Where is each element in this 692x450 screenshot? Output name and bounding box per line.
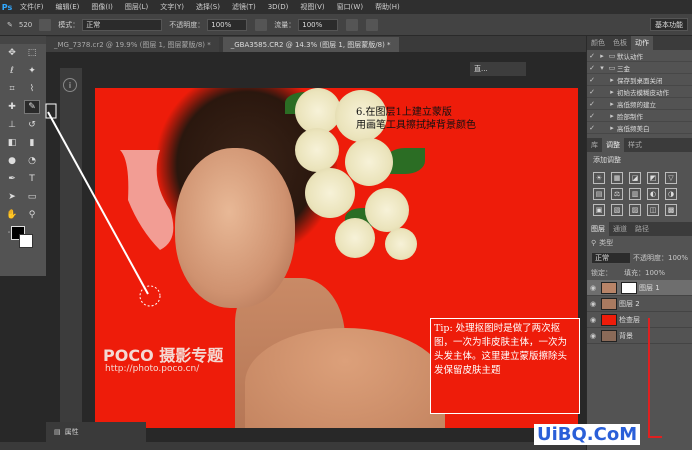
lock-label: 锁定：	[591, 269, 612, 277]
layer-name: 检查层	[619, 315, 640, 324]
action-item[interactable]: ✓ ▾ ▭ 三金	[587, 62, 692, 74]
eye-icon[interactable]: ◉	[587, 284, 599, 292]
vibrance-icon[interactable]: ▽	[665, 172, 677, 184]
layer-row[interactable]: ◉ 背景	[587, 328, 692, 344]
layer-opacity-label: 不透明度：	[632, 254, 668, 262]
properties-label: 属性	[64, 428, 79, 436]
status-bar	[0, 442, 586, 450]
threshold-icon[interactable]: ▨	[629, 204, 641, 216]
highlight-line	[648, 436, 662, 438]
action-item[interactable]: ✓ ▸ ▭ 默认动作	[587, 50, 692, 62]
tab-channels[interactable]: 通道	[609, 224, 631, 234]
tab-actions[interactable]: 动作	[631, 36, 653, 50]
tab-color[interactable]: 颜色	[587, 38, 609, 48]
eye-icon[interactable]: ◉	[587, 316, 599, 324]
action-item[interactable]: ✓ ▸ 高低频美白	[587, 122, 692, 134]
tab-styles[interactable]: 样式	[624, 140, 646, 150]
action-item[interactable]: ✓ ▸ 保存到桌面关闭	[587, 74, 692, 86]
exposure-icon[interactable]: ◩	[647, 172, 659, 184]
action-item[interactable]: ✓ ▸ 脸部制作	[587, 110, 692, 122]
properties-icon: ▤	[54, 428, 61, 436]
layer-opacity-value[interactable]: 100%	[668, 254, 688, 262]
tab-library[interactable]: 库	[587, 140, 602, 150]
layer-name: 图层 1	[639, 283, 660, 292]
layer-name: 背景	[619, 331, 633, 340]
channel-mixer-icon[interactable]: ◑	[665, 188, 677, 200]
layer-row[interactable]: ◉ 检查层	[587, 312, 692, 328]
gradient-map-icon[interactable]: ◫	[647, 204, 659, 216]
layer-kind-filter[interactable]: 类型	[599, 238, 613, 248]
photo-filter-icon[interactable]: ◐	[647, 188, 659, 200]
tip-box: Tip: 处理抠图时是做了两次抠图，一次为非皮肤主体，一次为头发主体。这里建立蒙…	[430, 318, 580, 414]
step-note: 6.在图层1上建立蒙版 用画笔工具擦拭掉背景颜色	[356, 107, 476, 131]
curves-icon[interactable]: ◪	[629, 172, 641, 184]
layer-thumbnail	[601, 297, 617, 310]
layer-row[interactable]: ◉ 图层 2	[587, 296, 692, 312]
eye-icon[interactable]: ◉	[587, 300, 599, 308]
bw-icon[interactable]: ▥	[629, 188, 641, 200]
tab-swatches[interactable]: 色板	[609, 38, 631, 48]
layer-name: 图层 2	[619, 299, 640, 308]
hue-icon[interactable]: ▤	[593, 188, 605, 200]
blend-mode-select[interactable]: 正常	[591, 252, 631, 264]
selective-color-icon[interactable]: ▩	[665, 204, 677, 216]
action-item[interactable]: ✓ ▸ 初始去模糊皮动作	[587, 86, 692, 98]
highlight-line	[648, 318, 650, 436]
layer-thumbnail	[601, 313, 617, 326]
right-panels: 颜色 色板 动作 ✓ ▸ ▭ 默认动作 ✓ ▾ ▭ 三金 ✓ ▸ 保存到桌面关闭 ✓ ▸ 初始去模糊…	[586, 36, 692, 450]
properties-tab[interactable]: ▤ 属性	[46, 422, 146, 442]
levels-icon[interactable]: ▦	[611, 172, 623, 184]
tab-adjustments[interactable]: 调整	[602, 138, 624, 152]
tab-paths[interactable]: 路径	[631, 224, 653, 234]
brightness-icon[interactable]: ☀	[593, 172, 605, 184]
action-item[interactable]: ✓ ▸ 高低频的建立	[587, 98, 692, 110]
tab-layers[interactable]: 图层	[587, 222, 609, 236]
layer-thumbnail	[601, 281, 617, 294]
search-icon: ⚲	[591, 239, 597, 247]
add-adjustment-label: 添加调整	[593, 156, 621, 164]
fill-value[interactable]: 100%	[645, 269, 665, 277]
eye-icon[interactable]: ◉	[587, 332, 599, 340]
invert-icon[interactable]: ▣	[593, 204, 605, 216]
color-balance-icon[interactable]: ⚖	[611, 188, 623, 200]
layer-row[interactable]: ◉ 图层 1	[587, 280, 692, 296]
layer-thumbnail	[601, 329, 617, 342]
mask-thumbnail[interactable]	[621, 281, 637, 294]
fill-label: 填充：	[624, 269, 645, 277]
site-watermark: UiBQ.CoM	[534, 424, 641, 445]
posterize-icon[interactable]: ▧	[611, 204, 623, 216]
